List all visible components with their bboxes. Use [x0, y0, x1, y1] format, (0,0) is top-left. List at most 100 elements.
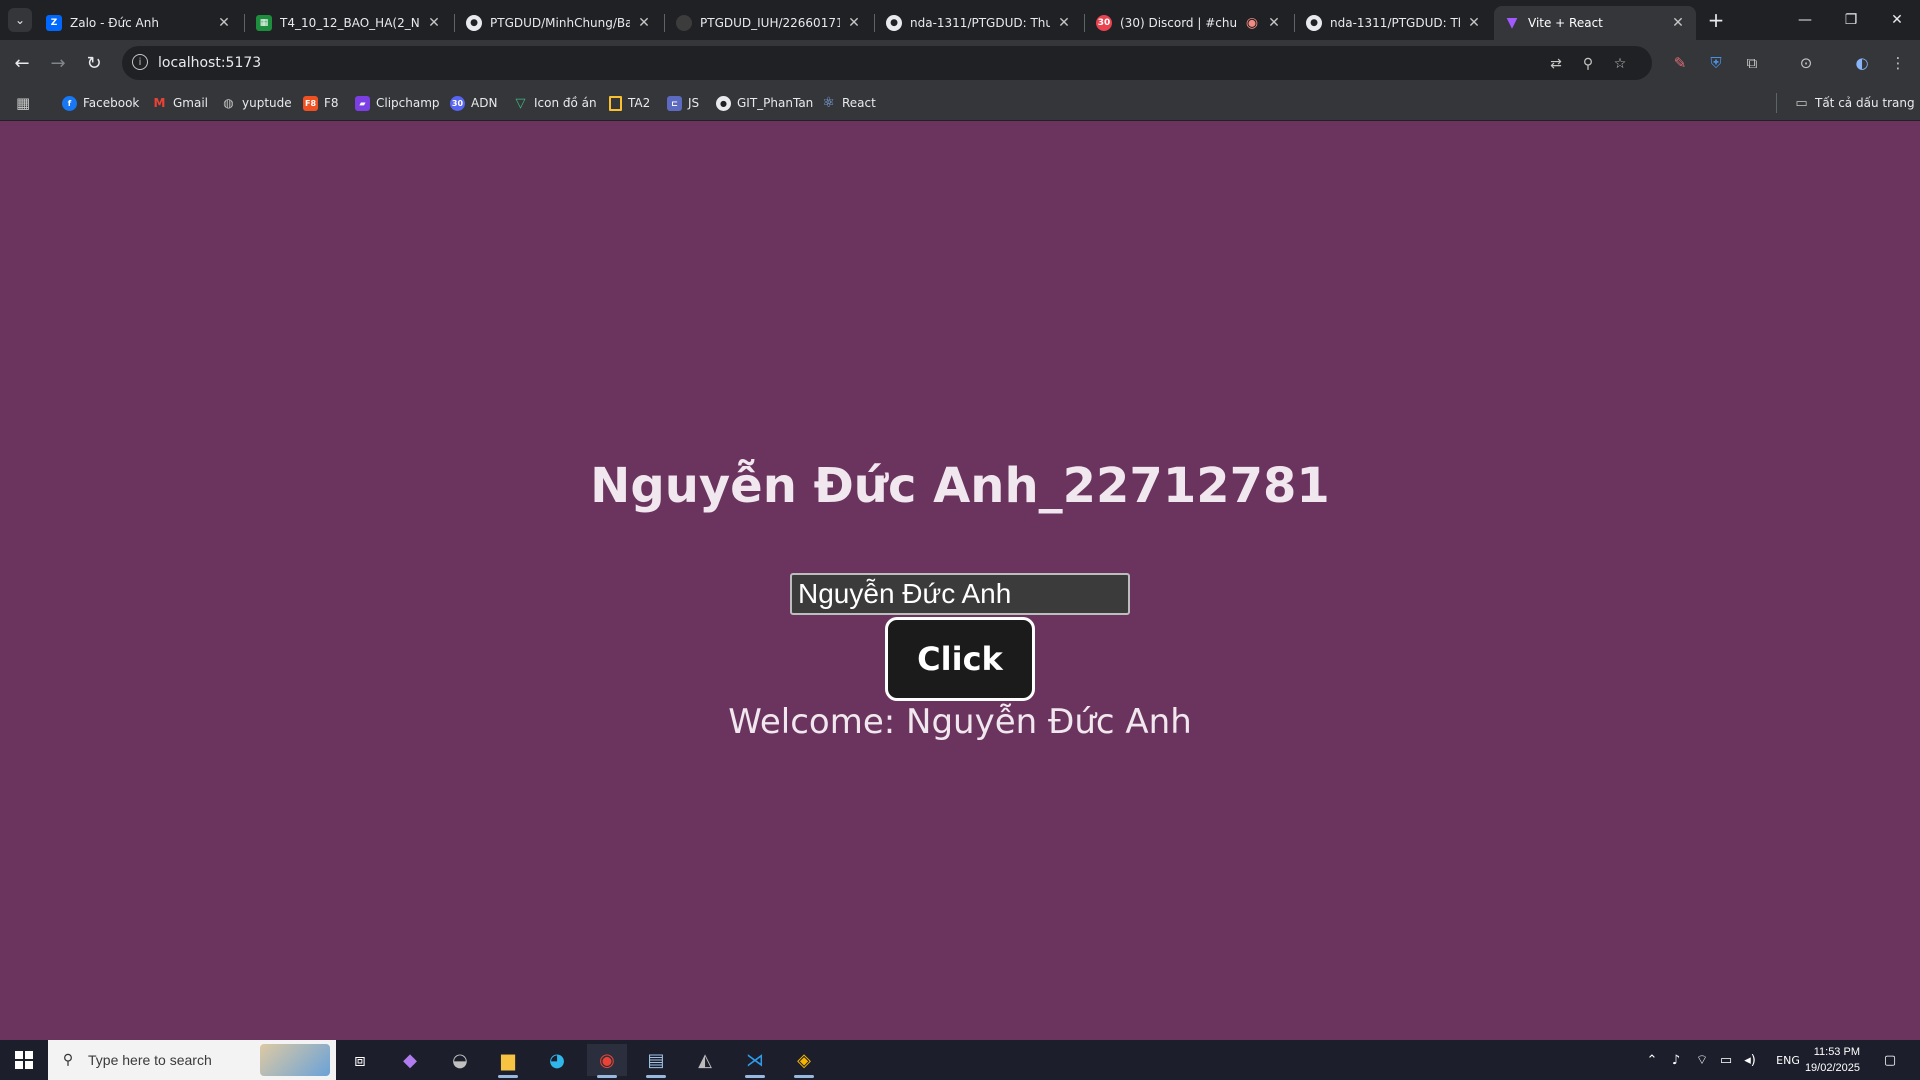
bookmark-icon-do-an[interactable]: ▽ Icon đồ án [513, 93, 597, 113]
address-bar[interactable]: i localhost:5173 ⇄ ⚲ ☆ [122, 46, 1652, 80]
tab-title: Vite + React [1528, 16, 1603, 30]
bookmark-label: Clipchamp [376, 96, 440, 110]
vscode-icon[interactable]: ⋊ [735, 1044, 775, 1078]
back-arrow-icon[interactable]: ← [8, 49, 36, 77]
tab-github-nda-1[interactable]: ● nda-1311/PTGDUD: Thuc ✕ [876, 6, 1082, 40]
page-title: Nguyễn Đức Anh_22712781 [590, 458, 1330, 514]
bookmark-f8[interactable]: F8 F8 [303, 93, 339, 113]
extension-shield-icon[interactable]: ⛨ [1704, 51, 1728, 75]
network-icon[interactable]: ⌔ [1692, 1050, 1712, 1070]
bookmark-gmail[interactable]: M Gmail [152, 93, 209, 113]
tab-zalo[interactable]: Z Zalo - Đức Anh ✕ [36, 6, 242, 40]
bookmark-facebook[interactable]: f Facebook [62, 93, 139, 113]
bookmark-yellow-icon [609, 95, 622, 111]
notepad-icon[interactable]: ▤ [636, 1044, 676, 1078]
close-tab-icon[interactable]: ✕ [636, 15, 652, 31]
bookmark-git-phantan[interactable]: ● GIT_PhanTan [716, 93, 813, 113]
reload-icon[interactable]: ↻ [80, 49, 108, 77]
running-indicator [597, 1075, 617, 1078]
github-icon: ● [886, 15, 902, 31]
windows-taskbar: ⚲ Type here to search ⧈ ◆ ◒ ▆ ◕ ◉ ▤ ◭ ⋊ … [0, 1040, 1920, 1080]
running-indicator [794, 1075, 814, 1078]
show-hidden-icons-icon[interactable]: ⌃ [1642, 1050, 1662, 1070]
running-indicator [498, 1075, 518, 1078]
close-tab-icon[interactable]: ✕ [426, 15, 442, 31]
bookmark-clipchamp[interactable]: ▰ Clipchamp [355, 93, 440, 113]
gmail-icon: M [153, 96, 166, 110]
profile-avatar-icon[interactable]: ◐ [1850, 51, 1874, 75]
apps-grid-icon[interactable]: ▦ [16, 93, 30, 113]
bookmark-ta2[interactable]: TA2 [609, 93, 650, 113]
name-input[interactable] [790, 573, 1130, 615]
minimize-icon[interactable]: — [1782, 0, 1828, 40]
tab-sheet[interactable]: ▦ T4_10_12_BAO_HA(2_Nhó ✕ [246, 6, 452, 40]
f8-icon: F8 [303, 95, 318, 111]
close-tab-icon[interactable]: ✕ [1056, 15, 1072, 31]
bookmark-yuptude[interactable]: ◍ yuptude [221, 93, 292, 113]
running-indicator [745, 1075, 765, 1078]
media-control-icon[interactable]: ⊙ [1794, 51, 1818, 75]
forward-arrow-icon[interactable]: → [44, 49, 72, 77]
browser-toolbar: ← → ↻ i localhost:5173 ⇄ ⚲ ☆ ✎ ⛨ ⧉ ⊙ ◐ ⋮ [0, 40, 1920, 86]
bookmark-react[interactable]: ⚛ React [821, 93, 876, 113]
github-icon: ● [716, 95, 731, 111]
tab-search-dropdown-icon[interactable]: ⌄ [8, 8, 32, 32]
bookmark-star-icon[interactable]: ☆ [1610, 54, 1630, 74]
bookmark-adn[interactable]: 30 ADN [450, 93, 497, 113]
bookmark-label: JS [688, 96, 700, 110]
bookmarks-bar: ▦ f Facebook M Gmail ◍ yuptude F8 F8 ▰ C… [0, 86, 1920, 121]
close-tab-icon[interactable]: ✕ [1266, 15, 1282, 31]
bookmark-label: yuptude [242, 96, 292, 110]
all-bookmarks-label: Tất cả dấu trang [1815, 96, 1915, 110]
tab-discord[interactable]: 30 (30) Discord | #chung ◉ ✕ [1086, 6, 1292, 40]
task-view-icon[interactable]: ⧈ [340, 1044, 380, 1076]
new-tab-button[interactable]: + [1704, 8, 1728, 32]
url-text[interactable]: localhost:5173 [158, 55, 261, 71]
close-window-icon[interactable]: ✕ [1874, 0, 1920, 40]
volume-icon[interactable]: ◂) [1740, 1050, 1760, 1070]
adn-icon: 30 [450, 95, 465, 111]
close-tab-icon[interactable]: ✕ [846, 15, 862, 31]
tab-title: T4_10_12_BAO_HA(2_Nhó [280, 16, 420, 30]
tab-vite-react[interactable]: ▼ Vite + React ✕ [1494, 6, 1696, 40]
app-hat-icon[interactable]: ◒ [440, 1044, 480, 1076]
running-indicator [646, 1075, 666, 1078]
microphone-icon[interactable]: ♪ [1666, 1050, 1686, 1070]
clock[interactable]: 11:53 PM 19/02/2025 [1800, 1044, 1860, 1076]
battery-icon[interactable]: ▭ [1716, 1050, 1736, 1070]
zoom-icon[interactable]: ⚲ [1578, 54, 1598, 74]
taskbar-search[interactable]: ⚲ Type here to search [48, 1040, 336, 1080]
search-placeholder: Type here to search [88, 1052, 212, 1068]
extension-pen-icon[interactable]: ✎ [1668, 51, 1692, 75]
close-tab-icon[interactable]: ✕ [1670, 15, 1686, 31]
bookmark-label: Icon đồ án [534, 96, 597, 110]
file-explorer-icon[interactable]: ▆ [488, 1044, 528, 1078]
windows-start-icon[interactable] [0, 1040, 48, 1080]
folder-icon: ▭ [1795, 95, 1808, 111]
app-terminal-icon[interactable]: ◭ [685, 1044, 725, 1076]
tab-github-iuh[interactable]: PTGDUD_IUH/22660171_ ✕ [666, 6, 872, 40]
tab-github-nda-2[interactable]: ● nda-1311/PTGDUD: Thuc ✕ [1296, 6, 1492, 40]
copilot-icon[interactable]: ◆ [390, 1044, 430, 1076]
bookmark-label: ADN [471, 96, 498, 110]
tab-github-minhchung[interactable]: ● PTGDUD/MinhChung/Bai ✕ [456, 6, 662, 40]
tab-separator [874, 14, 875, 32]
react-icon: ⚛ [822, 95, 835, 111]
restore-icon[interactable]: ❐ [1828, 0, 1874, 40]
menu-kebab-icon[interactable]: ⋮ [1886, 51, 1910, 75]
site-info-icon[interactable]: i [132, 54, 148, 70]
bookmark-label: F8 [324, 96, 339, 110]
git-app-icon[interactable]: ◈ [784, 1044, 824, 1078]
notifications-icon[interactable]: ▢ [1878, 1050, 1902, 1070]
click-button[interactable]: Click [885, 617, 1035, 701]
bookmark-label: React [842, 96, 876, 110]
all-bookmarks-button[interactable]: ▭ Tất cả dấu trang [1794, 93, 1915, 113]
close-tab-icon[interactable]: ✕ [216, 15, 232, 31]
bookmark-js[interactable]: ⊏ JS [667, 93, 699, 113]
close-tab-icon[interactable]: ✕ [1466, 15, 1482, 31]
chrome-icon[interactable]: ◉ [587, 1044, 627, 1078]
extensions-puzzle-icon[interactable]: ⧉ [1740, 51, 1764, 75]
edge-icon[interactable]: ◕ [537, 1044, 577, 1076]
translate-icon[interactable]: ⇄ [1546, 54, 1566, 74]
bookmark-label: TA2 [628, 96, 651, 110]
